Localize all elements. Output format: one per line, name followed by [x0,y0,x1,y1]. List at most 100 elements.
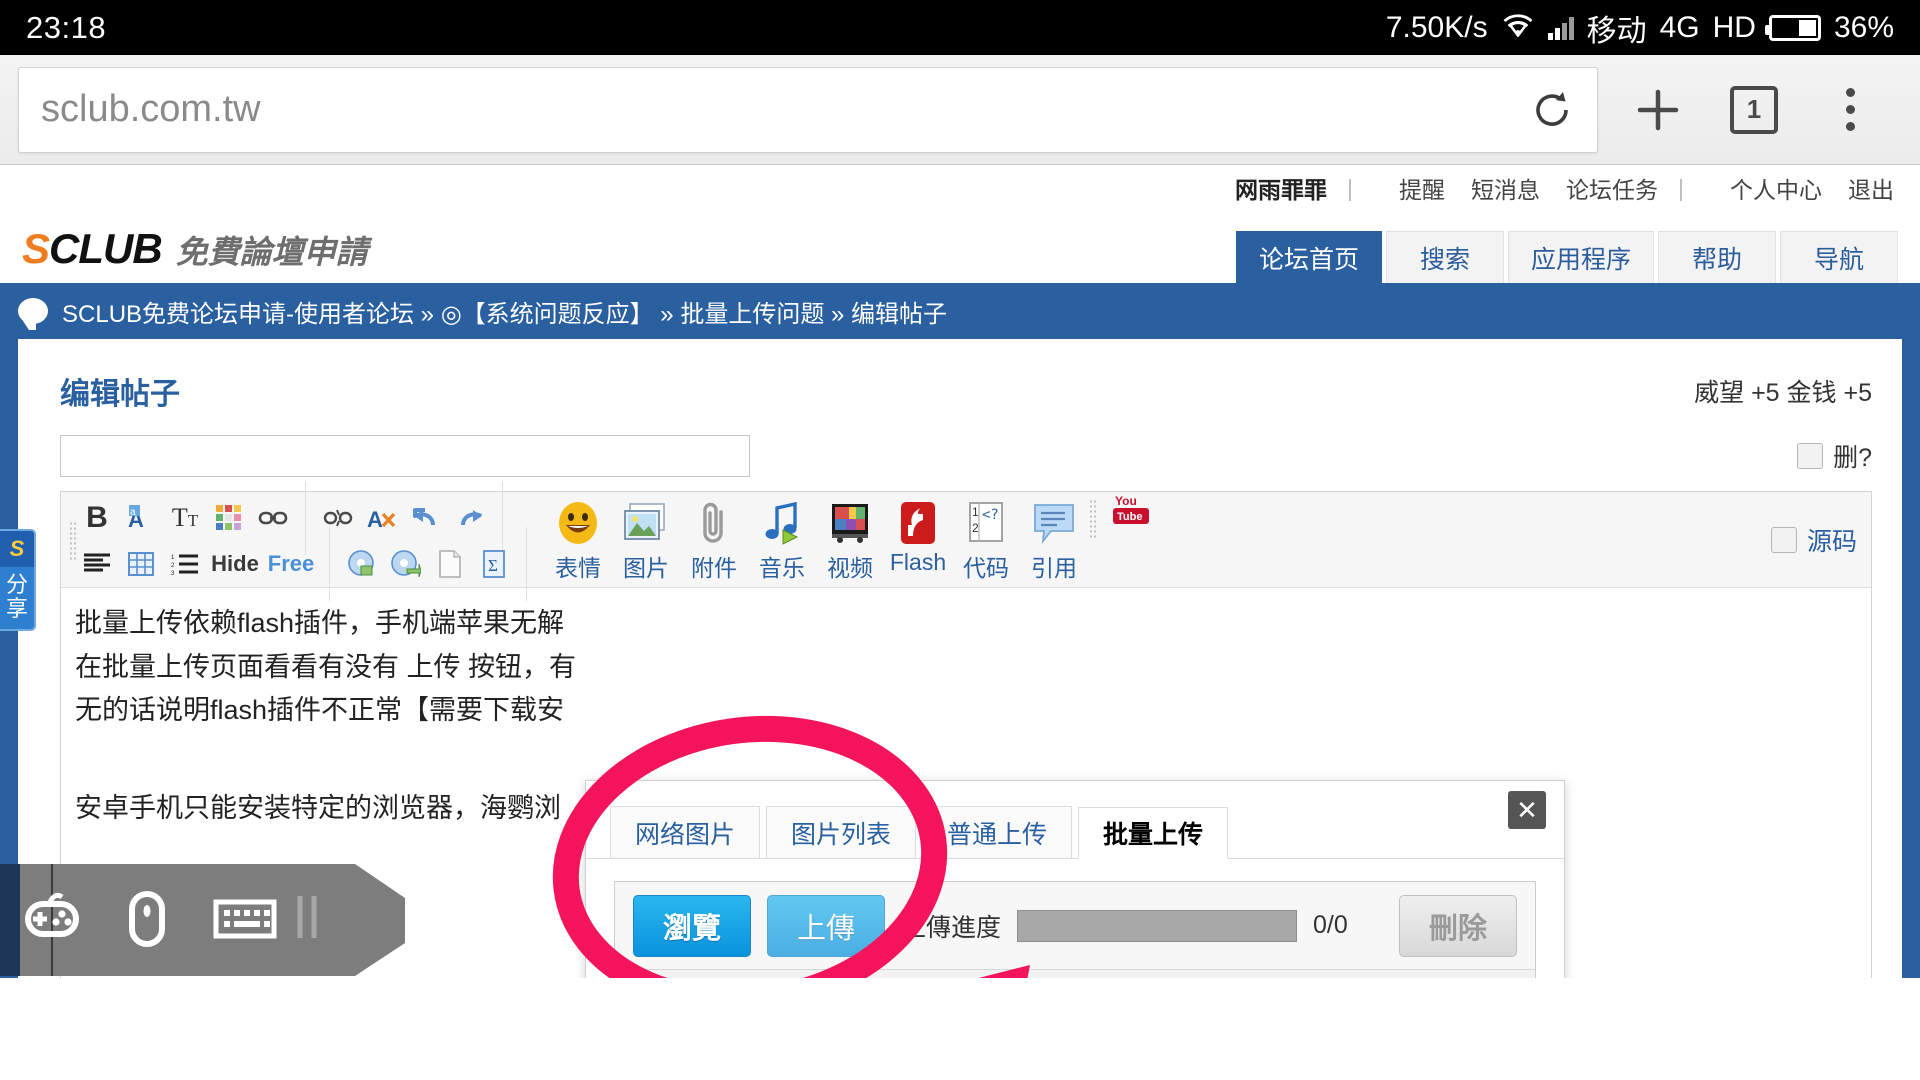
toolbar-grip-1[interactable] [69,520,77,561]
carrier-label: 移动 [1586,14,1647,48]
source-checkbox-label: 源码 [1806,528,1857,556]
browser-actions: 1 [1610,62,1902,158]
upload-dialog: 网络图片 图片列表 普通上传 批量上传 ✕ 瀏覽 上傳 上傳進度 0/0 刪除 … [585,780,1565,978]
logo-s-letter: S [22,225,50,272]
dialog-tab-normal-upload[interactable]: 普通上传 [922,806,1073,858]
redo-icon[interactable] [450,498,490,538]
edit-post-header: 编辑帖子 威望 +5 金钱 +5 [18,339,1902,413]
logo-tagline: 免費論壇申請 [175,234,368,270]
source-checkbox[interactable] [1770,527,1797,553]
svg-text:2: 2 [171,563,175,569]
toolbar-label-image: 图片 [623,554,669,581]
browse-button[interactable]: 瀏覽 [633,894,751,957]
delete-checkbox-group[interactable]: 删? [1797,438,1872,474]
topnav-link-tasks[interactable]: 论坛任务 [1566,171,1658,205]
source-checkbox-group[interactable]: 源码 [1770,522,1857,558]
site-header: SCLUB 免費論壇申請 论坛首页 搜索 应用程序 帮助 导航 [0,211,1920,283]
toolbar-button-video[interactable]: 视频 [817,499,883,583]
nav-divider-2: | [1678,174,1684,201]
toolbar-label-music: 音乐 [759,554,805,581]
close-icon[interactable]: ✕ [1508,791,1546,829]
reload-icon[interactable] [1529,87,1575,133]
nav-tab-help[interactable]: 帮助 [1658,231,1776,283]
toolbar-button-music[interactable]: 音乐 [749,499,815,583]
uploader-toolbar: 瀏覽 上傳 上傳進度 0/0 刪除 [615,882,1535,970]
list-icon[interactable]: 1 2 3 [165,544,205,584]
toolbar-button-code[interactable]: 1 2 <? 代码 [953,499,1019,583]
toolbar-button-image[interactable]: 图片 [613,499,679,583]
paste-word-icon[interactable] [386,544,426,584]
tab-count-label: 1 [1730,85,1778,134]
address-bar[interactable]: sclub.com.tw [18,66,1598,153]
quote-icon [1031,499,1077,547]
free-icon[interactable]: Free [265,544,317,584]
dialog-tab-image-list[interactable]: 图片列表 [766,806,917,858]
plus-icon[interactable] [1610,62,1706,158]
font-color-icon[interactable]: Aa [121,498,161,538]
main-nav: 论坛首页 搜索 应用程序 帮助 导航 [1235,231,1898,283]
align-left-icon[interactable] [77,544,117,584]
special-char-icon[interactable]: Σ [474,544,514,584]
progress-label: 上傳進度 [901,913,1002,942]
toolbar-big-buttons: 表情 图片 附件 音乐 视频 Flash 1 2 <? 代码 引用 You Tu… [545,494,1165,583]
browser-toolbar: sclub.com.tw 1 [0,55,1920,165]
upload-button[interactable]: 上傳 [767,894,885,957]
toolbar-button-quote[interactable]: 引用 [1021,499,1087,583]
page-icon[interactable] [430,544,470,584]
flash-icon [897,499,939,547]
url-text[interactable]: sclub.com.tw [41,88,1529,131]
paperclip-icon [694,499,734,547]
toolbar-button-flash[interactable]: Flash [885,499,951,576]
toolbar-grip-2[interactable] [1089,498,1097,539]
toolbar-label-code: 代码 [963,554,1009,581]
network-type-label: 4G [1659,10,1700,44]
svg-text:3: 3 [171,571,175,575]
topnav-link-logout[interactable]: 退出 [1848,171,1894,205]
credit-reward-label: 威望 +5 金钱 +5 [1694,379,1872,407]
toolbar-button-youtube[interactable]: You Tube [1099,487,1165,535]
toolbar-label-flash: Flash [889,548,947,575]
share-widget[interactable]: S 分享 [0,529,36,632]
progress-bar [1017,909,1298,942]
svg-text:<?: <? [982,507,999,523]
topnav-link-profile[interactable]: 个人中心 [1730,171,1822,205]
topnav-link-notice[interactable]: 提醒 [1399,171,1445,205]
floating-control-bar[interactable] [0,858,410,978]
toolbar-small-buttons: B Aa TT A 1 2 3 Hide Free Σ [77,480,535,601]
table-icon[interactable] [121,544,161,584]
nav-tab-apps[interactable]: 应用程序 [1507,231,1654,283]
nav-tab-forum-home[interactable]: 论坛首页 [1235,231,1382,283]
nav-tab-navigation[interactable]: 导航 [1780,231,1898,283]
toolbar-button-smiley[interactable]: 表情 [545,499,611,583]
unlink-icon[interactable] [318,498,358,538]
svg-text:Σ: Σ [488,556,498,575]
site-user-nav: 网雨罪罪 | 提醒 短消息 论坛任务 | 个人中心 退出 [0,165,1920,211]
toolbar-label-video: 视频 [827,554,873,581]
network-speed: 7.50K/s [1385,10,1488,44]
delete-button[interactable]: 刪除 [1399,894,1517,957]
toolbar-button-attachment[interactable]: 附件 [681,499,747,583]
post-line-2: 在批量上传页面看看有没有 上传 按钮，有 [75,651,577,682]
kebab-menu-icon[interactable] [1802,62,1898,158]
delete-checkbox[interactable] [1797,443,1824,469]
topnav-link-messages[interactable]: 短消息 [1471,171,1540,205]
subject-input[interactable] [60,435,750,477]
bold-icon[interactable]: B [77,498,117,538]
username-label[interactable]: 网雨罪罪 [1235,171,1327,205]
breadcrumb-text[interactable]: SCLUB免费论坛申请-使用者论坛 » ◎【系统问题反应】 » 批量上传问题 »… [62,294,947,329]
tab-counter-button[interactable]: 1 [1706,62,1802,158]
paste-icon[interactable] [342,544,382,584]
undo-icon[interactable] [406,498,446,538]
dialog-tab-network-image[interactable]: 网络图片 [610,806,761,858]
link-icon[interactable] [253,498,293,538]
remove-format-icon[interactable]: A [362,498,402,538]
share-logo: S [0,531,34,567]
font-size-icon[interactable]: TT [165,498,205,538]
breadcrumb: SCLUB免费论坛申请-使用者论坛 » ◎【系统问题反应】 » 批量上传问题 »… [0,283,1920,339]
hide-icon[interactable]: Hide [209,544,261,584]
site-logo[interactable]: SCLUB 免費論壇申請 [22,225,368,273]
color-palette-icon[interactable] [209,498,249,538]
nav-tab-search[interactable]: 搜索 [1385,231,1504,283]
dialog-tab-batch-upload[interactable]: 批量上传 [1078,807,1229,859]
svg-text:A: A [367,507,383,532]
